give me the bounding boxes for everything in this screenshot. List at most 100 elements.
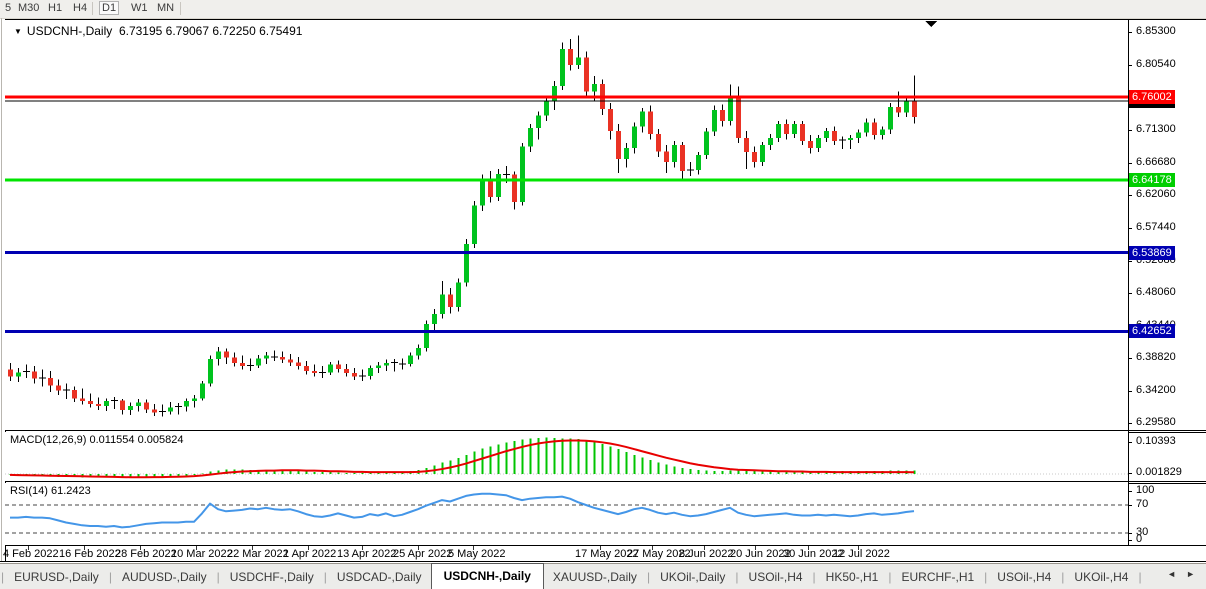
rsi-axis-tick xyxy=(1128,540,1132,541)
horizontal-lines-group[interactable] xyxy=(5,97,1128,331)
candle-body xyxy=(520,146,525,201)
candle-body xyxy=(608,109,613,131)
timeframe-button-h4[interactable]: H4 xyxy=(70,1,90,15)
chart-tab-xauusddaily-5[interactable]: XAUUSD-,Daily xyxy=(544,565,646,589)
time-axis-tick xyxy=(600,546,601,550)
date-label: 5 May 2022 xyxy=(448,548,505,560)
candle-body xyxy=(424,324,429,348)
candle-body xyxy=(592,84,597,92)
time-axis-tick xyxy=(308,546,309,550)
tab-separator: | xyxy=(1137,570,1142,584)
candle-body xyxy=(192,398,197,401)
y-axis-tick xyxy=(1128,130,1132,131)
candle-body xyxy=(184,401,189,407)
y-axis-label: 6.85300 xyxy=(1136,25,1176,37)
rsi-axis-label: 0 xyxy=(1136,533,1142,545)
chart-tab-usoilh4-10[interactable]: USOil-,H4 xyxy=(988,565,1060,589)
chart-tab-ukoildaily-6[interactable]: UKOil-,Daily xyxy=(651,565,734,589)
candle-body xyxy=(152,410,157,413)
date-label: 1 Apr 2022 xyxy=(283,548,336,560)
rsi-pane-bottom-border xyxy=(5,545,1206,546)
date-label: 10 Mar 2022 xyxy=(171,548,233,560)
price-macd-separator[interactable] xyxy=(5,430,1206,431)
y-axis-tick xyxy=(1128,293,1132,294)
candle-body xyxy=(16,372,21,376)
candle-body xyxy=(312,371,317,373)
candle-body xyxy=(656,134,661,152)
tab-scroll-left-icon[interactable]: ◄ xyxy=(1162,569,1181,579)
candle-body xyxy=(712,110,717,132)
timeframe-toolbar: 5M30H1 H4 D1 W1MN xyxy=(0,0,1206,19)
chart-tab-ukoilh4-11[interactable]: UKOil-,H4 xyxy=(1065,565,1137,589)
rsi-pane[interactable]: RSI(14) 61.2423 xyxy=(5,483,1128,545)
candle-body xyxy=(856,132,861,138)
candle-body xyxy=(232,358,237,364)
price-badge-6.53869: 6.53869 xyxy=(1129,246,1175,260)
candle-body xyxy=(336,365,341,369)
rsi-line xyxy=(10,494,914,528)
candle-body xyxy=(432,314,437,324)
y-axis-label: 6.38820 xyxy=(1136,351,1176,363)
rsi-axis-tick xyxy=(1128,533,1132,534)
macd-axis-label: 0.10393 xyxy=(1136,435,1176,447)
candle-body xyxy=(568,49,573,65)
toolbar-separator xyxy=(92,2,93,15)
y-axis-label: 6.66680 xyxy=(1136,156,1176,168)
candle-body xyxy=(560,49,565,86)
candle-body xyxy=(128,406,133,410)
candle-body xyxy=(224,351,229,357)
candle-body xyxy=(680,145,685,171)
y-axis-tick xyxy=(1128,228,1132,229)
candle-body xyxy=(760,145,765,162)
candle-body xyxy=(744,138,749,152)
candle-body xyxy=(448,294,453,307)
chart-tab-usdcnhdaily-4[interactable]: USDCNH-,Daily xyxy=(431,563,544,589)
chart-tab-usdcaddaily-3[interactable]: USDCAD-,Daily xyxy=(328,565,431,589)
chart-tab-audusddaily-1[interactable]: AUDUSD-,Daily xyxy=(113,565,216,589)
candle-body xyxy=(104,401,109,406)
candle-body xyxy=(864,123,869,133)
y-axis-tick xyxy=(1128,391,1132,392)
chart-bottom-border xyxy=(0,561,1206,562)
candle-body xyxy=(808,141,813,148)
timeframe-button-5[interactable]: 5 xyxy=(2,1,14,15)
symbol-label: USDCNH-,Daily xyxy=(27,24,112,38)
candle-body xyxy=(240,363,245,366)
candle-body xyxy=(120,400,125,410)
chart-tab-usdchfdaily-2[interactable]: USDCHF-,Daily xyxy=(221,565,323,589)
candle-body xyxy=(648,111,653,133)
candle-body xyxy=(616,131,621,159)
timeframe-button-w1[interactable]: W1 xyxy=(128,1,151,15)
candle-body xyxy=(800,124,805,141)
candle-body xyxy=(472,205,477,244)
candle-body xyxy=(832,131,837,141)
dropdown-arrow-icon[interactable]: ▼ xyxy=(14,27,22,36)
candle-body xyxy=(480,179,485,206)
price-pane[interactable]: ▼USDCNH-,Daily 6.73195 6.79067 6.72250 6… xyxy=(5,20,1128,430)
candle-body xyxy=(48,378,53,386)
macd-rsi-separator[interactable] xyxy=(5,481,1206,482)
price-chart-canvas[interactable] xyxy=(5,20,1128,430)
timeframe-button-m30[interactable]: M30 xyxy=(15,1,42,15)
y-axis-tick xyxy=(1128,65,1132,66)
macd-pane[interactable]: MACD(12,26,9) 0.011554 0.005824 xyxy=(5,432,1128,481)
candle-body xyxy=(352,373,357,377)
timeframe-button-h1[interactable]: H1 xyxy=(45,1,65,15)
y-axis-label: 6.48060 xyxy=(1136,286,1176,298)
rsi-canvas[interactable] xyxy=(5,483,1128,545)
chart-tab-eurchfh1-9[interactable]: EURCHF-,H1 xyxy=(892,565,983,589)
tab-scroll-right-icon[interactable]: ► xyxy=(1181,569,1200,579)
rsi-axis-label: 100 xyxy=(1136,484,1154,496)
candle-body xyxy=(56,386,61,391)
timeframe-button-mn[interactable]: MN xyxy=(154,1,177,15)
timeframe-button-d1[interactable]: D1 xyxy=(99,1,119,15)
chart-tab-usoilh4-7[interactable]: USOil-,H4 xyxy=(740,565,812,589)
rsi-axis-tick xyxy=(1128,505,1132,506)
chart-tab-eurusddaily-0[interactable]: EURUSD-,Daily xyxy=(5,565,108,589)
candle-body xyxy=(776,124,781,138)
candle-body xyxy=(280,357,285,360)
rsi-axis-tick xyxy=(1128,491,1132,492)
arrow-down-annotation[interactable] xyxy=(925,21,937,27)
chart-tab-hk50h1-8[interactable]: HK50-,H1 xyxy=(817,565,888,589)
macd-label: MACD(12,26,9) 0.011554 0.005824 xyxy=(10,434,183,446)
